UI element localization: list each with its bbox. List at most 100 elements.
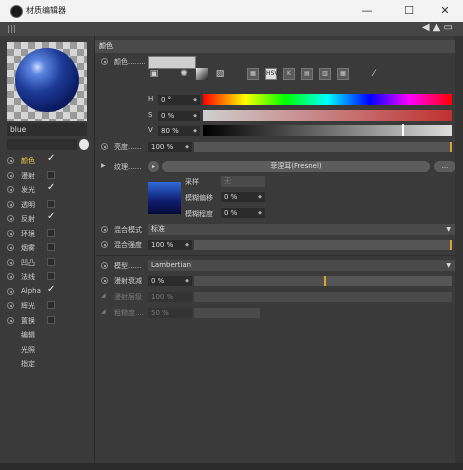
channel-radio[interactable] [7, 316, 14, 324]
channel-item[interactable]: Alpha ✓ [5, 284, 93, 298]
channel-item[interactable]: 凹凸 [5, 257, 93, 269]
mix-mode-label: 混合模式 [114, 226, 142, 234]
channel-item[interactable]: 透明 [5, 199, 93, 211]
blur-scale-field[interactable]: 0 % ◆ [221, 208, 265, 218]
wheel-icon[interactable]: ✺ [178, 68, 190, 80]
sub-item-lighting[interactable]: 光照 [21, 345, 35, 355]
v-field[interactable]: 80 % ◆ [158, 126, 200, 136]
model-radio[interactable] [101, 262, 108, 269]
channel-item[interactable]: 漫射 [5, 170, 93, 182]
channel-radio[interactable] [7, 215, 14, 222]
channel-item[interactable]: 发光 ✓ [5, 182, 93, 196]
channel-radio[interactable] [7, 171, 14, 179]
channel-checkbox[interactable] [47, 170, 55, 179]
diffuse-falloff-label: 漫射衰减 [114, 277, 142, 285]
texture-icon[interactable]: ▣ [148, 68, 160, 80]
image-icon[interactable]: ▧ [214, 68, 226, 80]
app-icon [10, 5, 23, 18]
brightness-radio[interactable] [101, 143, 108, 150]
eyedropper-icon[interactable]: ⁄ [368, 68, 380, 80]
s-field[interactable]: 0 % ◆ [158, 111, 200, 121]
grid-icon[interactable]: ▦ [337, 68, 349, 80]
mix-strength-slider[interactable] [194, 240, 452, 250]
checkmark-icon[interactable]: ✓ [47, 284, 55, 295]
diffuse-falloff-field[interactable]: 0 % ◆ [148, 276, 192, 286]
channel-checkbox[interactable] [47, 199, 55, 208]
channel-item[interactable]: 反射 ✓ [5, 211, 93, 225]
channel-label: 凹凸 [21, 258, 35, 267]
close-button[interactable]: ✕ [433, 2, 457, 20]
name-dropdown[interactable] [7, 139, 77, 150]
channel-radio[interactable] [7, 244, 14, 251]
texture-shader-button[interactable]: 菲涅耳(Fresnel) [162, 161, 430, 172]
material-name-field[interactable]: blue [7, 123, 87, 136]
channel-item[interactable]: 环境 [5, 228, 93, 240]
sampling-dropdown[interactable]: 无 [221, 176, 265, 187]
minimize-button[interactable]: — [355, 2, 379, 20]
mix-mode-dropdown[interactable]: 标准 ▼ [148, 224, 455, 235]
channel-checkbox[interactable] [47, 257, 55, 266]
channel-radio[interactable] [7, 186, 14, 193]
channel-checkbox[interactable] [47, 228, 55, 237]
channel-radio[interactable] [7, 200, 14, 208]
checkmark-icon[interactable]: ✓ [47, 211, 55, 222]
expand-arrow-icon[interactable]: ▶ [101, 162, 106, 169]
channel-checkbox[interactable] [47, 272, 55, 280]
pick-icon[interactable] [79, 139, 89, 150]
maximize-button[interactable]: ☐ [397, 2, 421, 20]
value-slider[interactable] [203, 124, 452, 136]
channel-item[interactable]: 烟雾 [5, 242, 93, 254]
nav-arrows-icon[interactable]: ◀ ▲ ▭ [422, 22, 453, 33]
h-field[interactable]: 0 ° ◆ [158, 95, 200, 105]
checkmark-icon[interactable]: ✓ [47, 153, 55, 164]
channel-label: 漫射 [21, 171, 35, 180]
texture-menu-icon[interactable]: ▸ [148, 161, 159, 172]
model-dropdown[interactable]: Lambertian ▼ [148, 260, 455, 271]
channel-label: 辉光 [21, 302, 35, 310]
channel-item[interactable]: 置换 [5, 315, 93, 327]
checkmark-icon[interactable]: ✓ [47, 182, 55, 193]
channel-radio[interactable] [7, 273, 14, 280]
channel-radio[interactable] [7, 157, 14, 164]
brightness-field[interactable]: 100 % ◆ [148, 142, 192, 152]
diffuse-falloff-slider[interactable] [194, 276, 452, 286]
divider [96, 255, 456, 256]
channel-radio[interactable] [7, 258, 14, 266]
preview-sphere [15, 48, 79, 112]
material-preview[interactable] [7, 42, 87, 121]
channel-item[interactable]: 法线 [5, 271, 93, 283]
texture-more-button[interactable]: ... [434, 161, 456, 172]
window-title: 材质编辑器 [26, 6, 66, 15]
mixer-icon[interactable]: ▤ [301, 68, 313, 80]
saturation-slider[interactable] [203, 110, 452, 121]
brightness-slider[interactable] [194, 142, 452, 152]
mix-strength-radio[interactable] [101, 241, 108, 248]
blur-offset-field[interactable]: 0 % ◆ [221, 192, 265, 202]
sampling-label: 采样 [185, 178, 199, 186]
channel-label: 透明 [21, 200, 35, 209]
swatches-icon[interactable]: ▥ [319, 68, 331, 80]
kelvin-icon[interactable]: K [283, 68, 295, 80]
color-radio[interactable] [101, 58, 108, 65]
channel-checkbox[interactable] [47, 243, 55, 251]
rgb-mode-icon[interactable]: ▦ [247, 68, 259, 80]
channel-radio[interactable] [7, 229, 14, 237]
channel-item[interactable]: 颜色 ✓ [5, 153, 93, 167]
diffuse-falloff-radio[interactable] [101, 277, 108, 284]
channel-checkbox[interactable] [47, 315, 55, 324]
mix-strength-field[interactable]: 100 % ◆ [148, 240, 192, 250]
sub-item-edit[interactable]: 编辑 [21, 330, 35, 340]
scrollbar[interactable] [455, 36, 463, 470]
spectrum-icon[interactable] [196, 68, 208, 80]
hsv-mode-button[interactable]: HSV [265, 68, 278, 80]
hue-slider[interactable] [203, 94, 452, 105]
channel-checkbox[interactable] [47, 301, 55, 309]
channel-radio[interactable] [7, 302, 14, 309]
channel-item[interactable]: 辉光 [5, 300, 93, 312]
value-slider-handle[interactable] [402, 124, 405, 136]
grip-icon[interactable] [8, 25, 16, 33]
mix-mode-radio[interactable] [101, 226, 108, 233]
bottom-edge [0, 463, 463, 470]
channel-radio[interactable] [7, 287, 14, 295]
sub-item-assign[interactable]: 指定 [21, 359, 35, 369]
